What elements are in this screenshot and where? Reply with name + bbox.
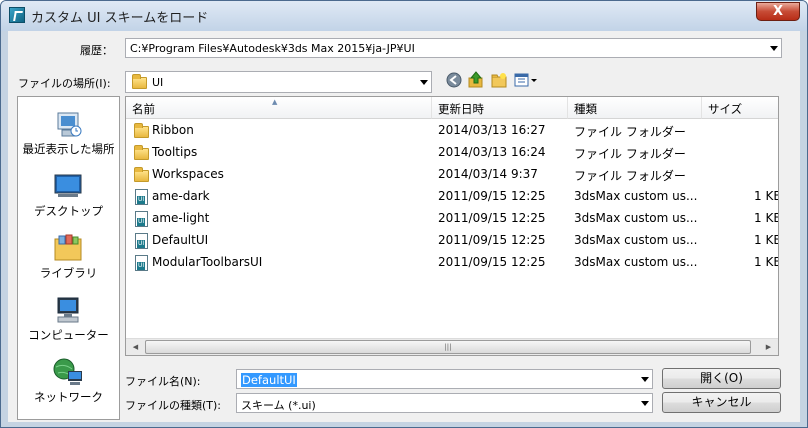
filetype-value: スキーム (*.ui) — [241, 399, 316, 412]
column-date-label: 更新日時 — [438, 102, 484, 116]
file-row[interactable]: Tooltips 2014/03/13 16:24 ファイル フォルダー — [126, 142, 778, 164]
filetype-label: ファイルの種類(T): — [125, 399, 222, 412]
places-bar: 最近表示した場所 デスクトップ ライブラリ コンピューター ネットワーク — [17, 96, 120, 420]
chevron-down-icon[interactable] — [641, 401, 649, 406]
file-name: Ribbon — [152, 123, 194, 137]
folder-icon — [132, 74, 148, 90]
file-row[interactable]: ame-light 2011/09/15 12:25 3dsMax custom… — [126, 208, 779, 230]
dialog-window: カスタム UI スキームをロード X 履歴： C:¥Program Files¥… — [0, 0, 808, 428]
file-type: ファイル フォルダー — [574, 125, 686, 139]
column-name-label: 名前 — [132, 102, 155, 116]
open-button[interactable]: 開く(O) — [662, 368, 781, 389]
location-value: UI — [152, 76, 164, 89]
filetype-select[interactable]: スキーム (*.ui) — [236, 393, 653, 413]
file-type: 3dsMax custom us... — [574, 255, 698, 269]
file-name: ModularToolbarsUI — [152, 255, 263, 269]
file-list[interactable]: 名前 ▲ 更新日時 種類 サイズ Ribbon 2014/03/13 16:27… — [125, 96, 779, 356]
horizontal-scrollbar[interactable]: ◀ ||| ▶ — [126, 338, 778, 355]
column-header-name[interactable]: 名前 ▲ — [126, 97, 432, 119]
recent-places-icon — [52, 109, 84, 139]
ui-file-icon — [134, 211, 150, 227]
chevron-down-icon[interactable] — [770, 46, 778, 51]
place-network[interactable]: ネットワーク — [18, 353, 119, 415]
history-combo[interactable]: C:¥Program Files¥Autodesk¥3ds Max 2015¥j… — [125, 38, 782, 58]
chevron-down-icon[interactable] — [641, 377, 649, 382]
scroll-right-icon[interactable]: ▶ — [760, 339, 777, 355]
file-type: 3dsMax custom us... — [574, 233, 698, 247]
column-header-size[interactable]: サイズ — [702, 97, 778, 119]
place-computer[interactable]: コンピューター — [18, 291, 119, 353]
file-date: 2011/09/15 12:25 — [438, 233, 546, 247]
filename-value[interactable]: DefaultUI — [241, 373, 297, 387]
history-value: C:¥Program Files¥Autodesk¥3ds Max 2015¥j… — [130, 42, 415, 55]
file-type: ファイル フォルダー — [574, 147, 686, 161]
file-date: 2011/09/15 12:25 — [438, 255, 546, 269]
file-date: 2011/09/15 12:25 — [438, 211, 546, 225]
scrollbar-thumb[interactable]: ||| — [145, 340, 751, 354]
cancel-button[interactable]: キャンセル — [662, 392, 781, 413]
file-type: ファイル フォルダー — [574, 169, 686, 183]
file-type: 3dsMax custom us... — [574, 189, 698, 203]
file-type: 3dsMax custom us... — [574, 211, 698, 225]
libraries-icon — [52, 233, 84, 263]
place-recent-label: 最近表示した場所 — [22, 142, 115, 156]
file-size: 1 KB — [754, 211, 779, 225]
file-size: 1 KB — [754, 189, 779, 203]
place-libraries-label: ライブラリ — [39, 266, 98, 280]
up-folder-icon[interactable] — [468, 71, 484, 88]
column-size-label: サイズ — [708, 102, 743, 116]
location-combo[interactable]: UI — [125, 71, 432, 93]
place-desktop-label: デスクトップ — [34, 204, 103, 218]
ui-file-icon — [134, 255, 150, 271]
file-row[interactable]: ame-dark 2011/09/15 12:25 3dsMax custom … — [126, 186, 779, 208]
view-menu-icon[interactable] — [514, 72, 540, 88]
close-button[interactable]: X — [756, 2, 800, 21]
place-recent[interactable]: 最近表示した場所 — [18, 105, 119, 167]
file-date: 2014/03/13 16:24 — [438, 145, 546, 159]
sort-ascending-icon: ▲ — [272, 98, 278, 106]
window-title: カスタム UI スキームをロード — [31, 11, 209, 26]
desktop-icon — [52, 171, 84, 201]
filename-input[interactable]: DefaultUI — [236, 369, 653, 389]
ui-file-icon — [134, 189, 150, 205]
file-name: DefaultUI — [152, 233, 209, 247]
file-name: Tooltips — [152, 145, 198, 159]
place-desktop[interactable]: デスクトップ — [18, 167, 119, 229]
history-label: 履歴： — [80, 44, 113, 57]
file-date: 2011/09/15 12:25 — [438, 189, 546, 203]
3dsmax-app-icon — [9, 7, 25, 23]
place-computer-label: コンピューター — [28, 328, 109, 342]
filename-label: ファイル名(N): — [125, 375, 201, 388]
file-date: 2014/03/13 16:27 — [438, 123, 546, 137]
new-folder-icon[interactable] — [491, 72, 507, 88]
file-name: Workspaces — [152, 167, 224, 181]
chevron-down-icon[interactable] — [420, 80, 428, 85]
file-date: 2014/03/14 9:37 — [438, 167, 538, 181]
folder-icon — [134, 123, 150, 139]
network-icon — [52, 357, 84, 387]
file-size: 1 KB — [754, 233, 779, 247]
file-size: 1 KB — [754, 255, 779, 269]
file-row[interactable]: Workspaces 2014/03/14 9:37 ファイル フォルダー — [126, 164, 778, 186]
title-bar[interactable]: カスタム UI スキームをロード X — [1, 1, 807, 31]
computer-icon — [52, 295, 84, 325]
file-name: ame-dark — [152, 189, 210, 203]
folder-icon — [134, 145, 150, 161]
column-header-date[interactable]: 更新日時 — [432, 97, 568, 119]
folder-icon — [134, 167, 150, 183]
back-icon[interactable] — [446, 72, 462, 88]
scroll-left-icon[interactable]: ◀ — [127, 339, 144, 355]
place-libraries[interactable]: ライブラリ — [18, 229, 119, 291]
dialog-client: 履歴： C:¥Program Files¥Autodesk¥3ds Max 20… — [8, 31, 800, 422]
column-type-label: 種類 — [574, 102, 597, 116]
location-label: ファイルの場所(I): — [18, 77, 111, 90]
ui-file-icon — [134, 233, 150, 249]
file-name: ame-light — [152, 211, 210, 225]
file-row[interactable]: DefaultUI 2011/09/15 12:25 3dsMax custom… — [126, 230, 779, 252]
file-row[interactable]: ModularToolbarsUI 2011/09/15 12:25 3dsMa… — [126, 252, 779, 274]
place-network-label: ネットワーク — [34, 390, 103, 404]
file-row[interactable]: Ribbon 2014/03/13 16:27 ファイル フォルダー — [126, 120, 778, 142]
column-header-type[interactable]: 種類 — [568, 97, 702, 119]
